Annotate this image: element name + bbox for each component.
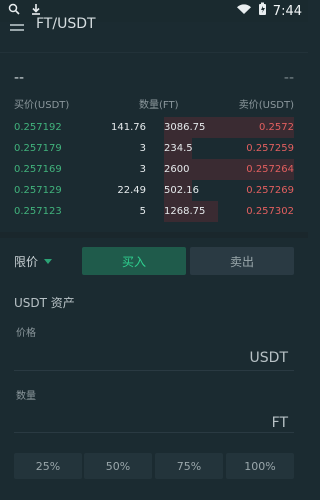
price-input[interactable] (14, 370, 294, 371)
ask-price: 0.257259 (246, 143, 294, 154)
bid-qty: 3 (139, 143, 146, 154)
table-row[interactable]: 0.257169 3 2600 0.257264 (0, 159, 308, 180)
ask-price: 0.257264 (246, 164, 294, 175)
bid-price: 0.257129 (14, 185, 62, 196)
order-type-label: 限价 (14, 255, 39, 269)
chevron-down-icon (44, 259, 53, 264)
buy-button[interactable]: 买入 (82, 247, 186, 275)
percent-75-button[interactable]: 75% (155, 453, 223, 479)
bid-qty: 141.76 (111, 122, 146, 133)
asset-label: USDT 资产 (14, 296, 75, 310)
bid-qty: 3 (139, 164, 146, 175)
left-dash: -- (14, 70, 25, 86)
ask-qty: 234.5 (164, 143, 193, 154)
table-row[interactable]: 0.257129 22.49 502.16 0.257269 (0, 180, 308, 201)
page-title: FT/USDT (36, 16, 96, 32)
qty-input[interactable] (14, 432, 294, 433)
percent-50-button[interactable]: 50% (84, 453, 152, 479)
percent-100-button[interactable]: 100% (226, 453, 294, 479)
ask-price: 0.257269 (246, 185, 294, 196)
bid-qty: 5 (139, 206, 146, 217)
percent-25-button[interactable]: 25% (14, 453, 82, 479)
price-unit: USDT (249, 350, 288, 366)
bid-price: 0.257179 (14, 143, 62, 154)
bid-price: 0.257123 (14, 206, 62, 217)
right-dash: -- (283, 70, 294, 86)
bid-price: 0.257169 (14, 164, 62, 175)
sell-price-header: 卖价(USDT) (238, 100, 294, 111)
order-type-dropdown[interactable]: 限价 (14, 253, 53, 270)
qty-unit: FT (271, 415, 288, 431)
qty-header: 数量(FT) (139, 100, 179, 111)
ask-qty: 2600 (164, 164, 190, 175)
bid-qty: 22.49 (117, 185, 146, 196)
ask-price: 0.2572 (259, 122, 294, 133)
ask-qty: 3086.75 (164, 122, 206, 133)
bid-price: 0.257192 (14, 122, 62, 133)
qty-label: 数量 (16, 391, 36, 402)
menu-icon[interactable] (10, 24, 24, 34)
table-row[interactable]: 0.257192 141.76 3086.75 0.2572 (0, 117, 308, 138)
sell-button[interactable]: 卖出 (190, 247, 294, 275)
buy-price-header: 买价(USDT) (14, 100, 70, 111)
price-label: 价格 (16, 328, 36, 339)
ask-price: 0.257302 (246, 206, 294, 217)
table-row[interactable]: 0.257179 3 234.5 0.257259 (0, 138, 308, 159)
ask-qty: 1268.75 (164, 206, 206, 217)
ask-qty: 502.16 (164, 185, 199, 196)
top-header: FT/USDT (0, 14, 308, 46)
table-row[interactable]: 0.257123 5 1268.75 0.257302 (0, 201, 308, 222)
